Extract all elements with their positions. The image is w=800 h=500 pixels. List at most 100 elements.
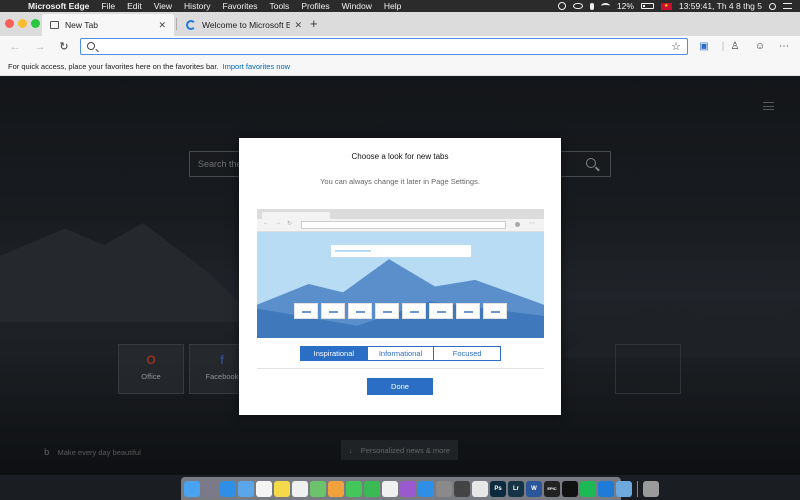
safari-icon[interactable] xyxy=(220,480,236,497)
tab-close-icon[interactable]: ✕ xyxy=(294,20,302,31)
option-focused[interactable]: Focused xyxy=(434,347,501,360)
more-menu-icon[interactable]: ⋯ xyxy=(777,40,791,54)
maps-icon[interactable] xyxy=(310,480,326,497)
option-inspirational[interactable]: Inspirational xyxy=(301,347,368,360)
preview-more-icon: ⋯ xyxy=(529,221,535,227)
mail-icon[interactable] xyxy=(238,480,254,497)
preview-tile xyxy=(348,303,372,319)
tab-label: Welcome to Microsoft Edge De xyxy=(202,20,291,30)
photoshop-icon[interactable]: Ps xyxy=(490,480,506,497)
status-area: 12% 13:59:41, Th 4 8 thg 5 xyxy=(557,1,800,11)
lightroom-icon[interactable]: Lr xyxy=(508,480,524,497)
podcasts-icon[interactable] xyxy=(400,480,416,497)
eye-icon[interactable] xyxy=(572,3,583,9)
dock-separator xyxy=(637,480,638,497)
facetime-icon[interactable] xyxy=(364,480,380,497)
preview-toolbar-icon xyxy=(515,222,520,227)
spotify-icon[interactable] xyxy=(580,480,596,497)
epic-games-icon[interactable]: EPIC xyxy=(544,480,560,497)
favorites-bar: For quick access, place your favorites h… xyxy=(0,58,800,76)
microphone-icon[interactable] xyxy=(589,2,594,10)
profile-icon[interactable]: ♙ xyxy=(728,40,742,54)
tab-new-tab[interactable]: New Tab ✕ xyxy=(42,14,174,36)
done-button[interactable]: Done xyxy=(367,378,433,395)
edge-icon[interactable] xyxy=(598,480,614,497)
finder-icon[interactable] xyxy=(184,480,200,497)
terminal-icon[interactable] xyxy=(562,480,578,497)
menu-tools[interactable]: Tools xyxy=(263,1,295,11)
menu-help[interactable]: Help xyxy=(378,1,407,11)
battery-percent: 12% xyxy=(616,1,634,11)
reminders-icon[interactable] xyxy=(292,480,308,497)
messages-icon[interactable] xyxy=(346,480,362,497)
preview-tile xyxy=(483,303,507,319)
preview-tile xyxy=(294,303,318,319)
back-button[interactable]: ← xyxy=(7,39,23,55)
creative-cloud-icon[interactable] xyxy=(557,2,566,10)
edge-icon xyxy=(186,20,196,30)
battery-icon[interactable] xyxy=(640,3,654,9)
photos-icon[interactable] xyxy=(328,480,344,497)
toolbar: ← → ↻ ☆ ▣ | ♙ ☺ ⋯ xyxy=(0,36,800,58)
word-icon[interactable]: W xyxy=(526,480,542,497)
dialog-title: Choose a look for new tabs xyxy=(351,152,449,161)
menu-profiles[interactable]: Profiles xyxy=(295,1,335,11)
calendar-icon[interactable] xyxy=(256,480,272,497)
clock[interactable]: 13:59:41, Th 4 8 thg 5 xyxy=(679,1,762,11)
appstore-icon[interactable] xyxy=(418,480,434,497)
window-close-button[interactable] xyxy=(5,19,14,28)
notes-icon[interactable] xyxy=(274,480,290,497)
tab-strip: New Tab ✕ Welcome to Microsoft Edge De ✕… xyxy=(0,12,800,36)
folder-icon[interactable] xyxy=(616,480,632,497)
tab-welcome[interactable]: Welcome to Microsoft Edge De ✕ xyxy=(178,14,310,36)
preview-search-box xyxy=(331,245,471,257)
refresh-button[interactable]: ↻ xyxy=(56,39,72,55)
wifi-icon[interactable] xyxy=(600,3,610,9)
new-tab-button[interactable]: + xyxy=(310,17,318,30)
favorites-bar-message: For quick access, place your favorites h… xyxy=(8,62,219,71)
menu-view[interactable]: View xyxy=(148,1,178,11)
preview-tile xyxy=(402,303,426,319)
vietnam-flag-icon[interactable] xyxy=(660,2,672,10)
option-informational[interactable]: Informational xyxy=(367,347,435,360)
window-minimize-button[interactable] xyxy=(18,19,27,28)
feedback-smiley-icon[interactable]: ☺ xyxy=(753,40,767,54)
window-maximize-button[interactable] xyxy=(31,19,40,28)
activity-monitor-icon[interactable] xyxy=(454,480,470,497)
menu-favorites[interactable]: Favorites xyxy=(217,1,264,11)
layout-option-selector: Inspirational Informational Focused xyxy=(300,346,501,361)
menu-app-name[interactable]: Microsoft Edge xyxy=(22,1,95,11)
preview-back-icon: ← xyxy=(263,220,269,226)
dialog-subtitle: You can always change it later in Page S… xyxy=(320,177,480,186)
preferences-icon[interactable] xyxy=(436,480,452,497)
tab-close-icon[interactable]: ✕ xyxy=(158,20,166,31)
menu-file[interactable]: File xyxy=(95,1,121,11)
preview-tile xyxy=(456,303,480,319)
preview-tile xyxy=(429,303,453,319)
trash-icon[interactable] xyxy=(643,480,659,497)
preview-tile xyxy=(321,303,345,319)
dialog-divider xyxy=(257,368,544,369)
notification-center-icon[interactable] xyxy=(783,3,792,9)
launchpad-icon[interactable] xyxy=(202,480,218,497)
new-tab-look-dialog: Choose a look for new tabs You can alway… xyxy=(239,138,561,415)
tab-label: New Tab xyxy=(65,20,98,30)
menu-window[interactable]: Window xyxy=(336,1,378,11)
spotlight-icon[interactable] xyxy=(769,2,776,10)
favorite-star-icon[interactable]: ☆ xyxy=(671,40,681,53)
search-icon xyxy=(87,42,95,50)
dock: Ps Lr W EPIC xyxy=(181,477,659,500)
layout-preview: ← → ↻ ⋯ xyxy=(257,209,544,338)
preview-tab xyxy=(262,212,330,219)
collections-icon[interactable]: ▣ xyxy=(697,40,711,54)
menu-history[interactable]: History xyxy=(178,1,216,11)
music-icon[interactable] xyxy=(382,480,398,497)
forward-button[interactable]: → xyxy=(32,39,48,55)
chrome-icon[interactable] xyxy=(472,480,488,497)
preview-refresh-icon: ↻ xyxy=(287,221,293,227)
preview-forward-icon: → xyxy=(275,220,281,226)
address-bar[interactable]: ☆ xyxy=(80,38,688,55)
import-favorites-link[interactable]: Import favorites now xyxy=(223,62,291,71)
preview-tiles xyxy=(294,303,507,319)
menu-edit[interactable]: Edit xyxy=(121,1,148,11)
